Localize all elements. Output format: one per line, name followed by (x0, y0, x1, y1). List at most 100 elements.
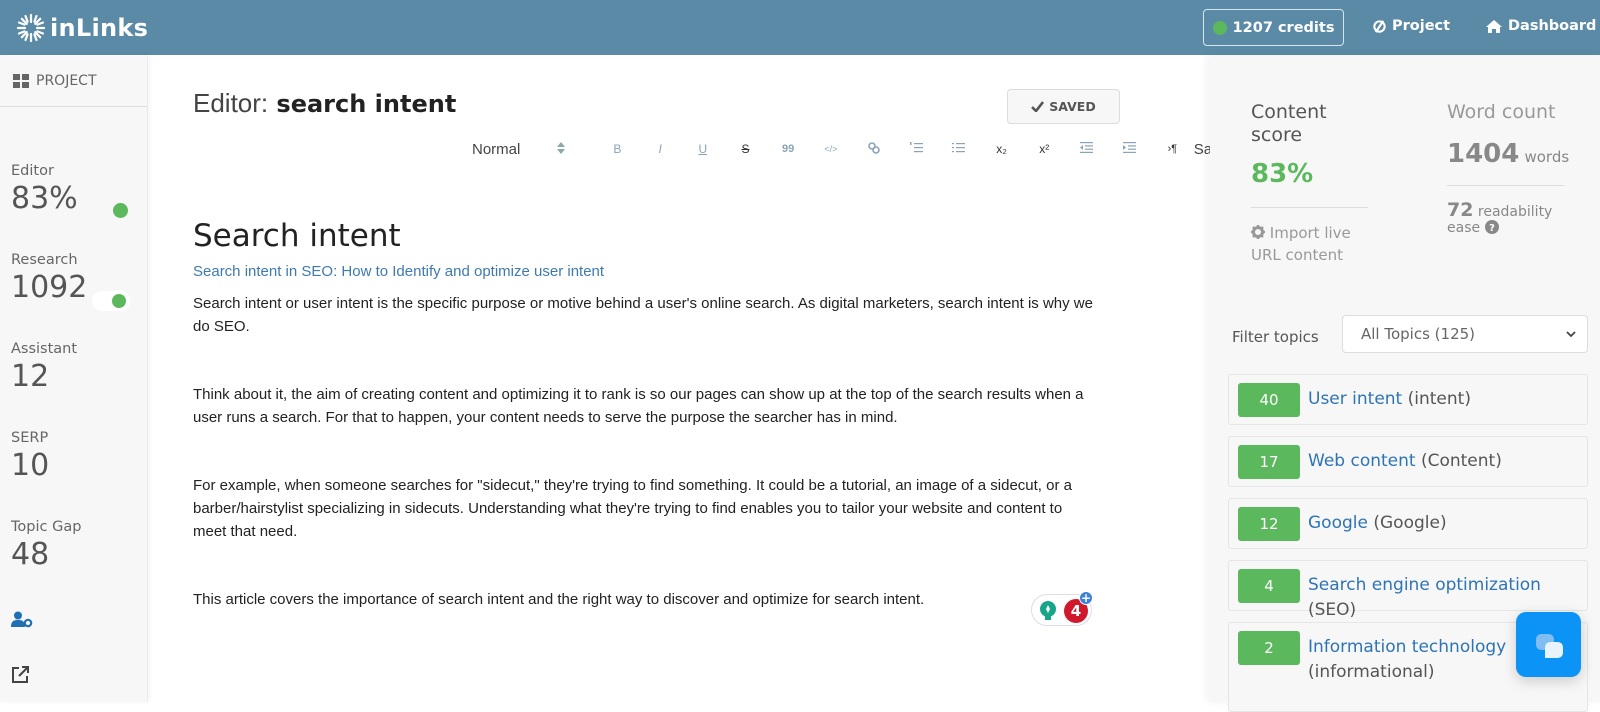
sidebar-stat-value: 83% (11, 181, 78, 216)
sidebar-stat-value: 10 (11, 448, 50, 483)
content-score-value: 83% (1251, 159, 1314, 189)
word-count-number: 1404 (1447, 139, 1520, 169)
credits-label: 1207 credits (1232, 19, 1335, 36)
topic-name-link[interactable]: Web content (1308, 451, 1416, 471)
toggle-knob (112, 294, 126, 308)
svg-text:?: ? (1489, 223, 1495, 234)
blockquote-button[interactable]: 99 (767, 143, 810, 155)
link-icon (867, 141, 880, 154)
text-direction-button[interactable]: ›¶ (1151, 143, 1194, 155)
outdent-button[interactable] (1066, 142, 1109, 156)
bullet-list-icon (952, 143, 966, 153)
document-paragraph[interactable]: Think about it, the aim of creating cont… (193, 383, 1093, 429)
topic-count: 4 (1238, 569, 1300, 603)
plus-icon[interactable]: + (1079, 591, 1093, 605)
filter-topics-select[interactable]: All Topics (125) (1342, 315, 1588, 353)
check-icon (1031, 101, 1045, 112)
sidebar-item-topic-gap[interactable]: Topic Gap 48 (11, 519, 81, 572)
saved-button[interactable]: SAVED (1007, 89, 1120, 124)
strike-button[interactable]: S (724, 142, 767, 156)
sidebar-item-research[interactable]: Research 1092 (11, 252, 87, 305)
divider (1251, 207, 1368, 208)
topic-count: 2 (1238, 631, 1300, 665)
underline-button[interactable]: U (681, 142, 724, 156)
document-heading[interactable]: Search intent (193, 214, 1093, 258)
bold-button[interactable]: B (596, 142, 639, 156)
indent-button[interactable] (1108, 142, 1151, 156)
sidebar-stat-value: 48 (11, 537, 50, 572)
readability-score: 72 readability ease ? (1447, 201, 1587, 237)
topic-item[interactable]: 40 User intent (intent) (1228, 374, 1588, 425)
code-button[interactable]: </> (810, 144, 853, 154)
subscript-button[interactable]: x₂ (980, 142, 1023, 156)
sidebar-project-label: PROJECT (36, 72, 97, 89)
italic-button[interactable]: I (639, 142, 682, 156)
topic-name-link[interactable]: User intent (1308, 389, 1402, 409)
gear-icon (1251, 225, 1265, 239)
document-paragraph[interactable]: For example, when someone searches for "… (193, 474, 1093, 543)
sidebar-item-serp[interactable]: SERP 10 (11, 430, 49, 483)
topic-type: (intent) (1407, 389, 1471, 409)
credits-button[interactable]: 1207 credits (1203, 9, 1344, 46)
editor-document[interactable]: Search intent Search intent in SEO: How … (193, 214, 1093, 611)
user-settings-button[interactable] (11, 611, 33, 632)
document-subtitle-link[interactable]: Search intent in SEO: How to Identify an… (193, 263, 1093, 280)
superscript-button[interactable]: x² (1023, 142, 1066, 156)
topic-type: (Content) (1420, 451, 1502, 471)
nav-dashboard-link[interactable]: Dashboard (1485, 18, 1596, 34)
sidebar-stat-label: Topic Gap (11, 519, 82, 535)
format-select[interactable]: Normal (472, 141, 556, 158)
import-live-url-link[interactable]: Import live URL content (1251, 222, 1381, 266)
saved-label: SAVED (1049, 99, 1096, 114)
inlinks-logo[interactable]: inLinks (16, 13, 148, 43)
topic-name-link[interactable]: Google (1308, 513, 1368, 533)
document-paragraph[interactable]: Search intent or user intent is the spec… (193, 292, 1093, 338)
topic-item[interactable]: 12 Google (Google) (1228, 498, 1588, 549)
topic-type: (Google) (1373, 513, 1447, 533)
word-count-unit: words (1524, 148, 1570, 166)
topic-name-link[interactable]: Search engine optimization (1308, 575, 1541, 595)
document-paragraph[interactable]: This article covers the importance of se… (193, 588, 1093, 611)
divider (1447, 185, 1564, 186)
link-button[interactable] (852, 141, 895, 157)
topic-type: (SEO) (1308, 600, 1357, 620)
editor-toolbar: Normal B I U S 99 </> x₂ x² ›¶ Sa (472, 136, 1212, 162)
external-link-button[interactable] (11, 665, 30, 688)
word-count-value: 1404 words (1447, 139, 1569, 169)
page-title-keyword: search intent (276, 90, 457, 118)
project-sync-icon (1373, 19, 1386, 33)
topic-count: 12 (1238, 507, 1300, 541)
external-link-icon (12, 666, 29, 683)
logo-text: inLinks (50, 14, 149, 42)
research-toggle[interactable] (92, 291, 130, 311)
topic-name-link[interactable]: Information technology (1308, 637, 1506, 657)
sidebar-stat-value: 12 (11, 359, 50, 394)
user-settings-icon (11, 611, 33, 628)
nav-project-link[interactable]: Project (1372, 18, 1450, 34)
editor-status-dot (113, 203, 128, 218)
chevron-down-icon (1566, 331, 1576, 338)
right-panel: Content score 83% Import live URL conten… (1210, 55, 1600, 712)
sidebar-stat-label: Research (11, 252, 78, 268)
topic-type: (informational) (1308, 662, 1435, 682)
bullet-list-button[interactable] (938, 142, 981, 156)
sidebar-stat-label: Editor (11, 163, 54, 179)
writing-assistant-badge[interactable]: 4 + (1031, 591, 1093, 626)
content-score-label: Content score (1251, 101, 1327, 146)
filter-topics-label: Filter topics (1232, 328, 1319, 346)
format-select-arrows-icon[interactable] (556, 141, 596, 158)
sidebar-stat-label: SERP (11, 430, 49, 446)
sidebar-item-editor[interactable]: Editor 83% (11, 163, 78, 216)
topic-count: 40 (1238, 383, 1300, 417)
credits-status-dot (1212, 20, 1227, 35)
topic-count: 17 (1238, 445, 1300, 479)
chat-widget-button[interactable] (1516, 612, 1581, 677)
topic-item[interactable]: 4 Search engine optimization (SEO) (1228, 560, 1588, 620)
topic-item[interactable]: 17 Web content (Content) (1228, 436, 1588, 487)
ordered-list-button[interactable] (895, 142, 938, 156)
grid-icon (13, 73, 29, 88)
sidebar-stat-label: Assistant (11, 341, 78, 357)
sidebar-project-link[interactable]: PROJECT (0, 55, 147, 107)
help-icon[interactable]: ? (1484, 220, 1499, 234)
sidebar-item-assistant[interactable]: Assistant 12 (11, 341, 77, 394)
